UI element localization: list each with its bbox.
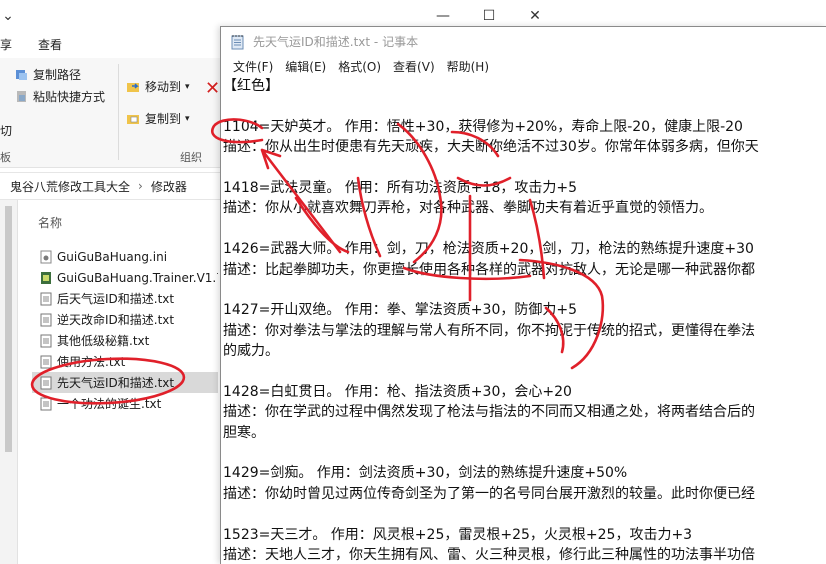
paste-shortcut-label: 粘贴快捷方式 — [33, 90, 106, 104]
file-name: GuiGuBaHuang.ini — [57, 249, 168, 264]
paste-shortcut-button[interactable]: 粘贴快捷方式 — [14, 88, 105, 105]
menu-file[interactable]: 文件(F) — [227, 56, 279, 76]
text-line — [223, 219, 826, 239]
tab-share[interactable]: 享 — [0, 36, 12, 53]
file-name: 先天气运ID和描述.txt — [57, 376, 175, 390]
breadcrumb-item[interactable]: 鬼谷八荒修改工具大全 — [10, 178, 130, 195]
file-row[interactable]: GuiGuBaHuang.Trainer.V1.7 — [32, 267, 218, 288]
organize-group-label: 组织 — [180, 151, 202, 164]
file-name: 后天气运ID和描述.txt — [57, 292, 175, 306]
folder-move-icon — [127, 83, 139, 92]
text-editor[interactable]: 【红色】 1104=天妒英才。 作用：悟性+30，获得修为+20%，寿命上限-2… — [223, 76, 826, 564]
text-line: 描述：你幼时曾见过两位传奇剑圣为了第一的名号同台展开激烈的较量。此时你便已经 — [223, 485, 755, 502]
text-line — [223, 443, 826, 463]
text-line: 描述：天地人三才，你天生拥有风、雷、火三种灵根，修行此三种属性的功法事半功倍 — [223, 546, 755, 563]
menu-edit[interactable]: 编辑(E) — [279, 56, 332, 76]
chevron-down-icon: ▾ — [185, 81, 190, 92]
file-row[interactable]: 后天气运ID和描述.txt — [32, 288, 218, 309]
menu-view[interactable]: 查看(V) — [387, 56, 441, 76]
text-line — [223, 361, 826, 381]
chevron-down-icon: ▾ — [185, 113, 190, 124]
delete-icon: ✕ — [205, 78, 221, 99]
clipboard-group-label: 板 — [0, 151, 11, 164]
copy-path-button[interactable]: 复制路径 — [14, 66, 81, 83]
text-line — [223, 96, 826, 116]
text-line: 1428=白虹贯日。 作用：枪、指法资质+30，会心+20 — [223, 383, 572, 400]
window-title: 先天气运ID和描述.txt - 记事本 — [253, 35, 419, 49]
text-line: 描述：你从出生时便患有先天顽疾，大夫断你绝活不过30岁。你常年体弱多病，但你天 — [223, 139, 759, 156]
navigation-pane-scrollbar[interactable] — [0, 200, 18, 564]
file-row[interactable]: 使用方法.txt — [32, 351, 218, 372]
exe-file-icon — [41, 271, 51, 284]
text-line: 描述：你从小就喜欢舞刀弄枪，对各种武器、拳脚功夫有着近乎直觉的领悟力。 — [223, 200, 713, 217]
text-line: 描述：你对拳法与掌法的理解与常人有所不同，你不拘泥于传统的招式，更懂得在拳法 — [223, 322, 755, 339]
text-line: 1418=武法灵童。 作用：所有功法资质+18，攻击力+5 — [223, 179, 577, 196]
text-line — [223, 504, 826, 524]
file-name: 逆天改命ID和描述.txt — [57, 313, 175, 327]
text-file-icon — [40, 397, 52, 410]
move-to-label: 移动到 — [145, 80, 182, 94]
file-name: 使用方法.txt — [57, 355, 126, 369]
file-name: 其他低级秘籍.txt — [57, 334, 150, 348]
text-file-icon — [40, 334, 52, 347]
folder-copy-icon — [127, 115, 139, 124]
config-file-icon — [40, 250, 52, 263]
text-line: 1104=天妒英才。 作用：悟性+30，获得修为+20%，寿命上限-20，健康上… — [223, 118, 743, 135]
copy-path-label: 复制路径 — [33, 68, 82, 82]
file-list: GuiGuBaHuang.ini GuiGuBaHuang.Trainer.V1… — [32, 246, 218, 414]
copy-to-button[interactable]: 复制到 ▾ — [126, 110, 190, 127]
ribbon-separator — [118, 64, 119, 160]
chevron-right-icon: › — [138, 179, 143, 193]
delete-button[interactable]: ✕ — [205, 78, 220, 99]
tab-view[interactable]: 查看 — [38, 36, 62, 53]
text-line: 描述：你在学武的过程中偶然发现了枪法与指法的不同而又相通之处，将两者结合后的 — [223, 404, 755, 421]
file-name: GuiGuBaHuang.Trainer.V1.7 — [57, 270, 218, 285]
chevron-down-icon[interactable]: ⌄ — [0, 0, 16, 32]
notepad-app-icon — [231, 34, 244, 49]
text-line: 胆寒。 — [223, 424, 265, 441]
text-line: 1427=开山双绝。 作用：拳、掌法资质+30，防御力+5 — [223, 302, 577, 319]
file-row[interactable]: 一个功法的诞生.txt — [32, 393, 218, 414]
file-row[interactable]: GuiGuBaHuang.ini — [32, 246, 218, 267]
menu-help[interactable]: 帮助(H) — [441, 56, 495, 76]
file-row-selected[interactable]: 先天气运ID和描述.txt — [32, 372, 218, 393]
text-line: 1429=剑痴。 作用：剑法资质+30，剑法的熟练提升速度+50% — [223, 465, 628, 482]
paste-shortcut-icon — [17, 91, 26, 102]
menu-bar: 文件(F) 编辑(E) 格式(O) 查看(V) 帮助(H) — [221, 56, 826, 76]
file-row[interactable]: 其他低级秘籍.txt — [32, 330, 218, 351]
text-file-icon — [40, 355, 52, 368]
scrollbar-thumb[interactable] — [5, 206, 12, 452]
cut-button[interactable]: 切 — [0, 122, 12, 139]
text-file-icon — [40, 292, 52, 305]
text-line: 【红色】 — [223, 78, 279, 94]
text-file-icon — [40, 313, 52, 326]
breadcrumb-item[interactable]: 修改器 — [151, 178, 187, 195]
notepad-window: 先天气运ID和描述.txt - 记事本 文件(F) 编辑(E) 格式(O) 查看… — [220, 26, 826, 564]
cut-label: 切 — [0, 124, 13, 138]
text-line: 1523=天三才。 作用：风灵根+25，雷灵根+25，火灵根+25，攻击力+3 — [223, 526, 693, 543]
text-line: 1426=武器大师。 作用：剑，刀，枪法资质+20，剑，刀，枪法的熟练提升速度+… — [223, 241, 754, 258]
text-line — [223, 280, 826, 300]
text-line: 的威力。 — [223, 343, 279, 360]
column-header-name[interactable]: 名称 — [38, 214, 62, 231]
file-row[interactable]: 逆天改命ID和描述.txt — [32, 309, 218, 330]
move-to-button[interactable]: 移动到 ▾ — [126, 78, 190, 95]
copy-path-icon — [16, 70, 27, 80]
menu-format[interactable]: 格式(O) — [332, 56, 387, 76]
text-file-icon — [40, 376, 52, 389]
copy-to-label: 复制到 — [145, 112, 182, 126]
text-line — [223, 158, 826, 178]
notepad-titlebar: 先天气运ID和描述.txt - 记事本 — [221, 27, 826, 56]
text-line: 描述：比起拳脚功夫，你更擅长使用各种各样的武器对抗敌人，无论是哪一种武器你都 — [223, 261, 755, 278]
file-name: 一个功法的诞生.txt — [57, 397, 162, 411]
